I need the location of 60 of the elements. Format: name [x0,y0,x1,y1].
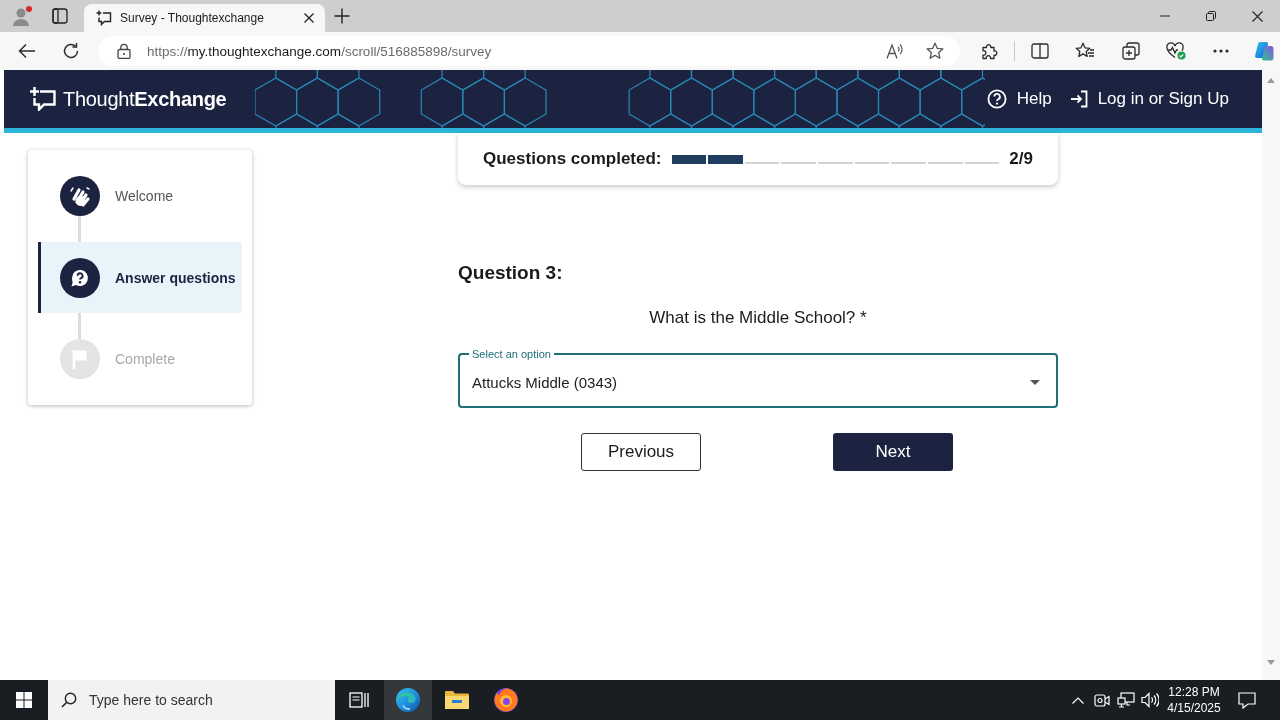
step-connector [78,313,81,339]
new-tab-icon[interactable] [334,8,350,24]
step-item[interactable]: Answer questions [38,242,242,313]
lock-icon[interactable] [117,43,131,59]
progress-count: 2/9 [1009,149,1033,169]
browser-app-icon [494,688,518,712]
question-title: Question 3: [458,262,564,284]
folder-icon [445,690,469,710]
question-prompt: What is the Middle School? * [648,308,868,328]
address-bar[interactable]: https://my.thoughtexchange.com/scroll/516885898/survey [98,36,960,66]
camera-icon[interactable] [1094,692,1110,708]
restore-icon[interactable] [1206,11,1216,21]
help-icon [986,89,1007,109]
favorite-star-icon[interactable] [926,42,944,60]
progress-label: Questions completed: [483,149,662,169]
taskbar-button[interactable] [384,680,432,720]
search-icon [61,692,77,708]
clock-date[interactable]: 4/15/2025 [1167,700,1221,716]
favorites-list-icon[interactable] [1075,42,1095,60]
tab-actions-icon[interactable] [52,8,68,24]
site-logo-icon [96,10,112,26]
help-link[interactable]: Help [986,89,1052,109]
close-icon[interactable] [1251,10,1263,22]
notification-icon[interactable] [1238,691,1256,709]
next-button[interactable]: Next [833,433,953,471]
back-arrow-icon[interactable] [18,43,36,59]
clock-time[interactable]: 12:28 PM [1168,684,1220,700]
browser-tab[interactable]: Survey - Thoughtexchange [84,4,325,32]
collections-icon[interactable] [1122,42,1140,60]
logo-text[interactable]: ThoughtExchange [63,87,227,111]
speaker-icon[interactable] [1141,692,1159,708]
task-view-icon[interactable] [349,692,369,708]
extensions-puzzle-icon[interactable] [981,42,999,60]
school-select[interactable]: Select an option Attucks Middle (0343) [458,347,1058,408]
copilot-icon[interactable] [1254,41,1274,61]
flag-icon [60,339,100,379]
scrollbar[interactable] [1262,70,1280,680]
heart-pulse-icon[interactable] [1166,42,1186,60]
split-screen-icon[interactable] [1031,43,1049,59]
dropdown-caret-icon [1030,379,1040,385]
browser-icon [396,688,420,712]
profile-avatar-icon[interactable] [11,5,33,27]
login-link[interactable]: Log in or Sign Up [1069,89,1229,109]
more-icon[interactable] [1213,49,1229,53]
step-connector [78,216,81,242]
back-button[interactable]: Previous [581,433,701,471]
sign-in-icon [1069,90,1088,108]
logo-icon [30,87,56,111]
search-field[interactable]: Type here to search [48,680,335,720]
close-tab-icon[interactable] [304,13,314,23]
scroll-up-icon[interactable] [1267,78,1275,83]
scroll-down-icon[interactable] [1267,660,1275,665]
read-aloud-icon[interactable] [886,43,904,59]
chevron-up-icon[interactable] [1072,696,1084,704]
refresh-icon[interactable] [62,42,80,60]
network-icon[interactable] [1117,692,1135,708]
windows-logo-icon[interactable] [16,692,32,708]
question-bubble-icon [60,258,100,298]
waving-hand-icon [60,176,100,216]
step-item[interactable]: Welcome [38,176,242,216]
